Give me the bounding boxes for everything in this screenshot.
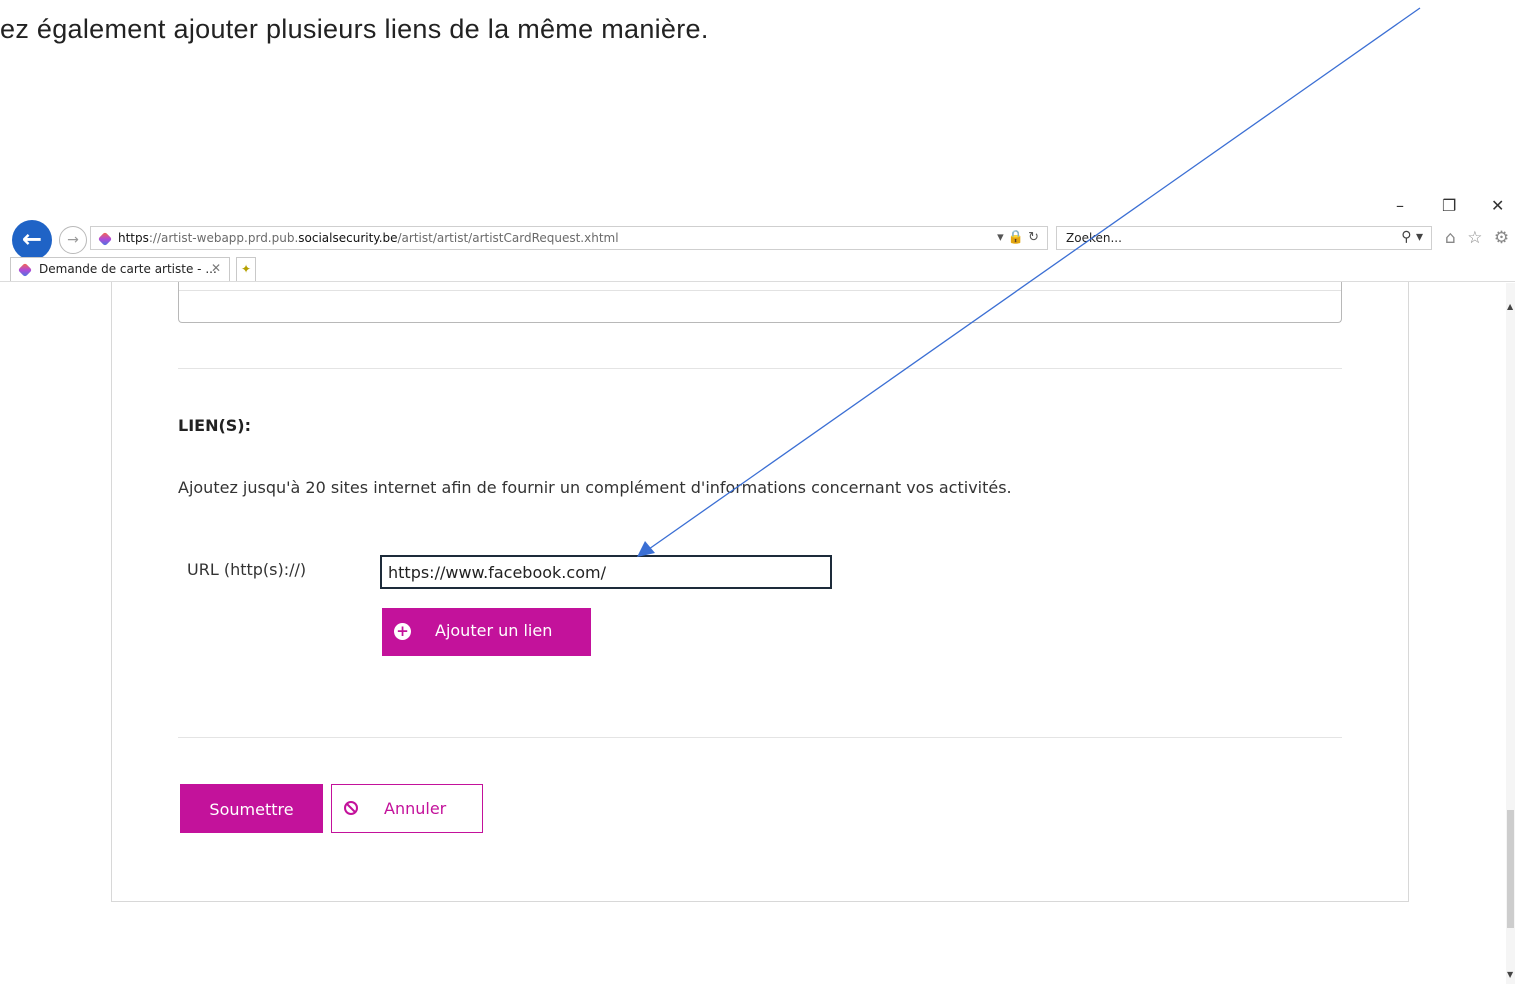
url-domain: socialsecurity.be xyxy=(298,231,398,245)
tab-favicon-icon xyxy=(17,262,33,278)
textarea-bottom[interactable] xyxy=(178,282,1342,323)
home-favorites-settings-icons[interactable]: ⌂ ☆ ⚙ xyxy=(1445,228,1512,248)
site-favicon-icon xyxy=(97,231,113,247)
section-divider-top xyxy=(178,368,1342,369)
section-divider-bottom xyxy=(178,737,1342,738)
scroll-down-icon[interactable]: ▼ xyxy=(1507,970,1513,979)
browser-search-box[interactable]: Zoeken... ⚲ ▾ xyxy=(1056,226,1432,250)
back-button[interactable]: ← xyxy=(12,220,52,260)
add-link-label: Ajouter un lien xyxy=(435,621,553,640)
address-tools-icons[interactable]: ▾ 🔒 ↻ xyxy=(997,230,1039,245)
cancel-label: Annuler xyxy=(384,799,447,818)
address-url[interactable]: https://artist-webapp.prd.pub.socialsecu… xyxy=(118,231,619,245)
scroll-up-icon[interactable]: ▲ xyxy=(1507,302,1513,311)
submit-button[interactable]: Soumettre xyxy=(180,784,323,833)
tab-close-icon[interactable]: ✕ xyxy=(211,261,221,275)
document-instruction-text: ez également ajouter plusieurs liens de … xyxy=(0,14,709,44)
add-link-button[interactable]: + Ajouter un lien xyxy=(382,608,591,656)
url-scheme: https xyxy=(118,231,149,245)
url-field-label: URL (http(s)://) xyxy=(187,560,307,579)
new-tab-button[interactable]: ✦ xyxy=(236,257,256,281)
browser-tab[interactable]: Demande de carte artiste - ... ✕ xyxy=(10,257,230,281)
links-section-title: LIEN(S): xyxy=(178,416,252,435)
plus-circle-icon: + xyxy=(394,623,411,640)
minimize-icon[interactable]: – xyxy=(1396,196,1404,215)
restore-icon[interactable]: ❐ xyxy=(1442,196,1456,215)
scrollbar-thumb[interactable] xyxy=(1507,810,1514,928)
forward-button[interactable]: → xyxy=(59,226,87,254)
url-input[interactable] xyxy=(380,555,832,589)
tab-title: Demande de carte artiste - ... xyxy=(39,262,217,276)
search-icon[interactable]: ⚲ ▾ xyxy=(1401,229,1423,245)
links-help-text: Ajoutez jusqu'à 20 sites internet afin d… xyxy=(178,478,1012,497)
close-window-icon[interactable]: ✕ xyxy=(1491,196,1504,215)
url-prefix: ://artist-webapp.prd.pub. xyxy=(148,231,299,245)
search-placeholder: Zoeken... xyxy=(1066,231,1122,245)
cancel-button[interactable]: Annuler xyxy=(331,784,483,833)
url-path: /artist/artist/artistCardRequest.xhtml xyxy=(397,231,619,245)
address-bar[interactable]: https://artist-webapp.prd.pub.socialsecu… xyxy=(90,226,1048,250)
ban-icon xyxy=(344,801,358,815)
